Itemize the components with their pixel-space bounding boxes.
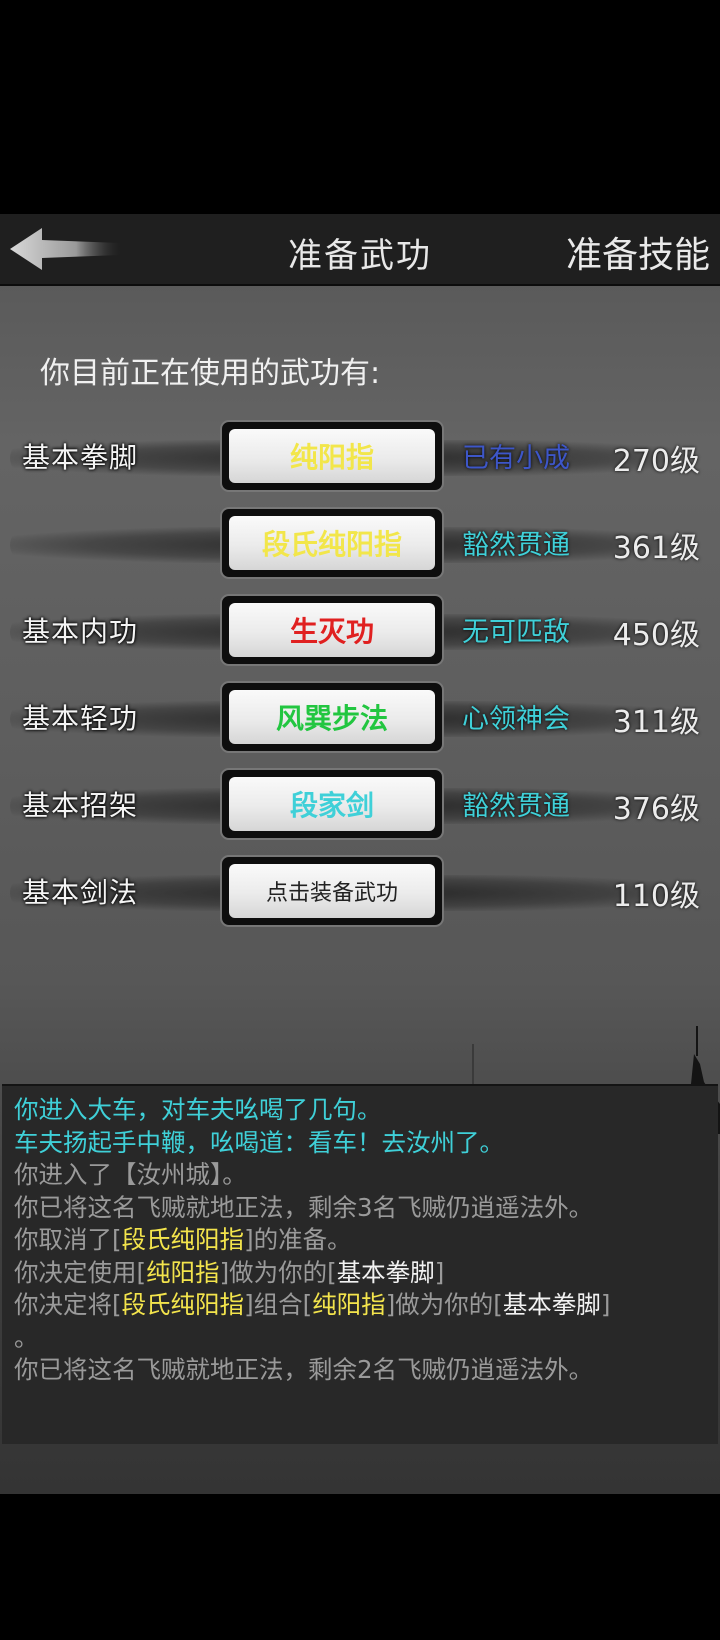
log-text: ]的准备。 xyxy=(244,1225,352,1254)
skill-slot-button[interactable]: 段氏纯阳指 xyxy=(220,507,444,579)
skill-category: 基本剑法 xyxy=(22,876,139,909)
skill-mastery: 豁然贯通 xyxy=(462,791,570,822)
skill-row-fist: 基本拳脚 纯阳指 已有小成 270级 xyxy=(0,420,720,492)
log-text: ] xyxy=(600,1290,611,1319)
skill-mastery: 豁然贯通 xyxy=(462,530,570,561)
prepare-skills-button[interactable]: 准备技能 xyxy=(566,226,710,278)
skill-category: 基本轻功 xyxy=(22,702,139,735)
skill-row-force: 基本内功 生灭功 无可匹敌 450级 xyxy=(0,594,720,666)
log-category-highlight: 基本拳脚 xyxy=(502,1290,601,1319)
skill-name: 纯阳指 xyxy=(229,429,435,483)
log-text: ]做为你的[ xyxy=(219,1257,337,1287)
log-line: 。 xyxy=(14,1322,39,1352)
skill-name: 段家剑 xyxy=(229,777,435,831)
log-line: 车夫扬起手中鞭，吆喝道：看车！去汝州了。 xyxy=(14,1127,504,1157)
skill-category: 基本拳脚 xyxy=(22,441,139,474)
log-line: 你决定将[段氏纯阳指]组合[纯阳指]做为你的[基本拳脚] xyxy=(14,1289,706,1322)
skill-category: 基本内功 xyxy=(22,615,139,648)
log-line: 你已将这名飞贼就地正法，剩余3名飞贼仍逍遥法外。 xyxy=(14,1192,594,1222)
skill-mastery: 无可匹敌 xyxy=(462,617,570,648)
skill-mastery: 已有小成 xyxy=(462,443,570,474)
skill-name: 风巽步法 xyxy=(229,690,435,744)
skill-row-sword: 基本剑法 点击装备武功 110级 xyxy=(0,855,720,927)
skill-slot-button[interactable]: 生灭功 xyxy=(220,594,444,666)
skill-name: 段氏纯阳指 xyxy=(229,516,435,570)
log-line: 你已将这名飞贼就地正法，剩余2名飞贼仍逍遥法外。 xyxy=(14,1355,594,1384)
log-text: ] xyxy=(434,1257,445,1287)
skill-mastery: 心领神会 xyxy=(462,704,570,735)
header-bar: 准备武功 准备技能 xyxy=(0,214,720,286)
log-skill-highlight: 纯阳指 xyxy=(146,1257,220,1287)
log-text: 你决定使用[ xyxy=(14,1257,147,1287)
message-log: 你进入大车，对车夫吆喝了几句。 车夫扬起手中鞭，吆喝道：看车！去汝州了。 你进入… xyxy=(2,1084,718,1444)
skill-level: 361级 xyxy=(612,531,700,566)
log-line: 你进入大车，对车夫吆喝了几句。 xyxy=(14,1095,382,1124)
log-text: 你取消了[ xyxy=(14,1225,122,1254)
log-text: 你决定将[ xyxy=(14,1290,122,1319)
equip-skill-button[interactable]: 点击装备武功 xyxy=(220,855,444,927)
log-text: ]组合[ xyxy=(244,1290,313,1319)
skill-name: 生灭功 xyxy=(229,603,435,657)
skill-level: 311级 xyxy=(612,705,700,740)
skill-name: 点击装备武功 xyxy=(229,864,435,918)
equipped-martial-arts-prompt: 你目前正在使用的武功有: xyxy=(40,356,381,391)
log-line: 你决定使用[纯阳指]做为你的[基本拳脚] xyxy=(14,1257,706,1290)
game-screen: 准备武功 准备技能 你目前正在使用的武功有: 基本拳脚 纯阳指 已有小成 270… xyxy=(0,214,720,1494)
log-text: ]做为你的[ xyxy=(385,1290,503,1319)
skill-level: 376级 xyxy=(612,792,700,827)
log-category-highlight: 基本拳脚 xyxy=(336,1257,435,1287)
skill-slot-button[interactable]: 风巽步法 xyxy=(220,681,444,753)
skill-row-combined: 段氏纯阳指 豁然贯通 361级 xyxy=(0,507,720,579)
skill-slot-button[interactable]: 段家剑 xyxy=(220,768,444,840)
log-line: 你取消了[段氏纯阳指]的准备。 xyxy=(14,1224,706,1257)
skill-slot-button[interactable]: 纯阳指 xyxy=(220,420,444,492)
log-skill-highlight: 段氏纯阳指 xyxy=(121,1225,245,1254)
skill-level: 450级 xyxy=(612,618,700,653)
log-skill-highlight: 纯阳指 xyxy=(312,1290,386,1319)
skill-level: 110级 xyxy=(612,879,700,914)
skill-row-parry: 基本招架 段家剑 豁然贯通 376级 xyxy=(0,768,720,840)
skill-level: 270级 xyxy=(612,444,700,479)
skill-category: 基本招架 xyxy=(22,789,139,822)
log-skill-highlight: 段氏纯阳指 xyxy=(121,1290,245,1319)
skill-row-dodge: 基本轻功 风巽步法 心领神会 311级 xyxy=(0,681,720,753)
log-line: 你进入了【汝州城】。 xyxy=(14,1160,247,1189)
